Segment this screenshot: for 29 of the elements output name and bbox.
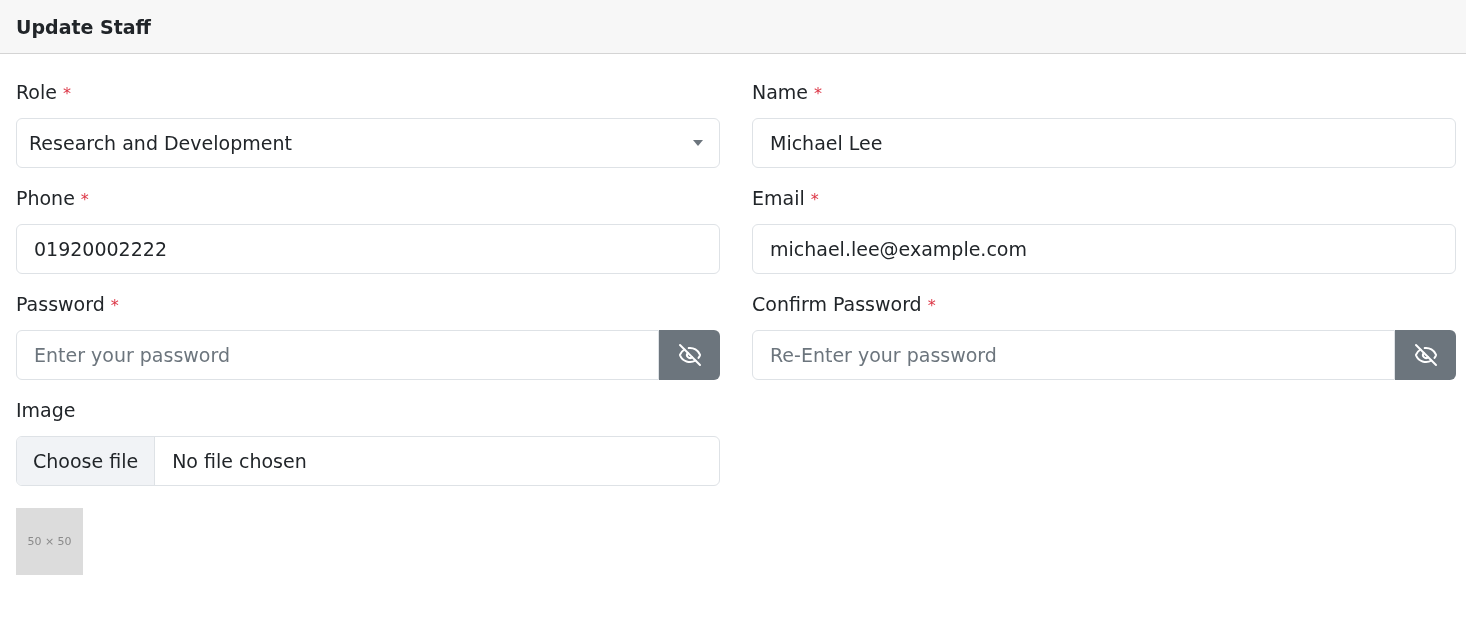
input-field[interactable]: michael.lee@example.com bbox=[752, 224, 1456, 274]
field-label: Image bbox=[16, 398, 76, 422]
input-field[interactable]: Michael Lee bbox=[752, 118, 1456, 168]
field-label: Password bbox=[16, 292, 105, 316]
eye-off-icon bbox=[1413, 343, 1438, 367]
role-select[interactable]: Research and Development bbox=[16, 118, 720, 168]
file-input[interactable]: Choose file No file chosen bbox=[16, 436, 720, 486]
file-status: No file chosen bbox=[171, 449, 307, 474]
page-title: Update Staff bbox=[16, 15, 151, 38]
field-label: Name bbox=[752, 80, 809, 104]
caret-icon bbox=[693, 140, 703, 146]
choose-file-button[interactable]: Choose file bbox=[17, 437, 156, 485]
required-mark: * bbox=[814, 84, 823, 103]
toggle-visibility-button[interactable] bbox=[1395, 330, 1456, 380]
image-size-text: 50 × 50 bbox=[27, 535, 72, 548]
required-mark: * bbox=[810, 190, 819, 209]
toggle-visibility-button[interactable] bbox=[659, 330, 720, 380]
field-label: Confirm Password bbox=[752, 292, 922, 316]
eye-off-icon bbox=[677, 343, 702, 367]
field-label: Email bbox=[752, 186, 805, 210]
required-mark: * bbox=[927, 296, 936, 315]
field-label: Phone bbox=[16, 186, 75, 210]
required-mark: * bbox=[62, 84, 71, 103]
field-label: Role bbox=[16, 80, 57, 104]
required-mark: * bbox=[80, 190, 89, 209]
input-field[interactable]: 01920002222 bbox=[16, 224, 720, 274]
password-field[interactable]: Re-Enter your password bbox=[752, 330, 1395, 380]
required-mark: * bbox=[110, 296, 119, 315]
password-field[interactable]: Enter your password bbox=[16, 330, 659, 380]
